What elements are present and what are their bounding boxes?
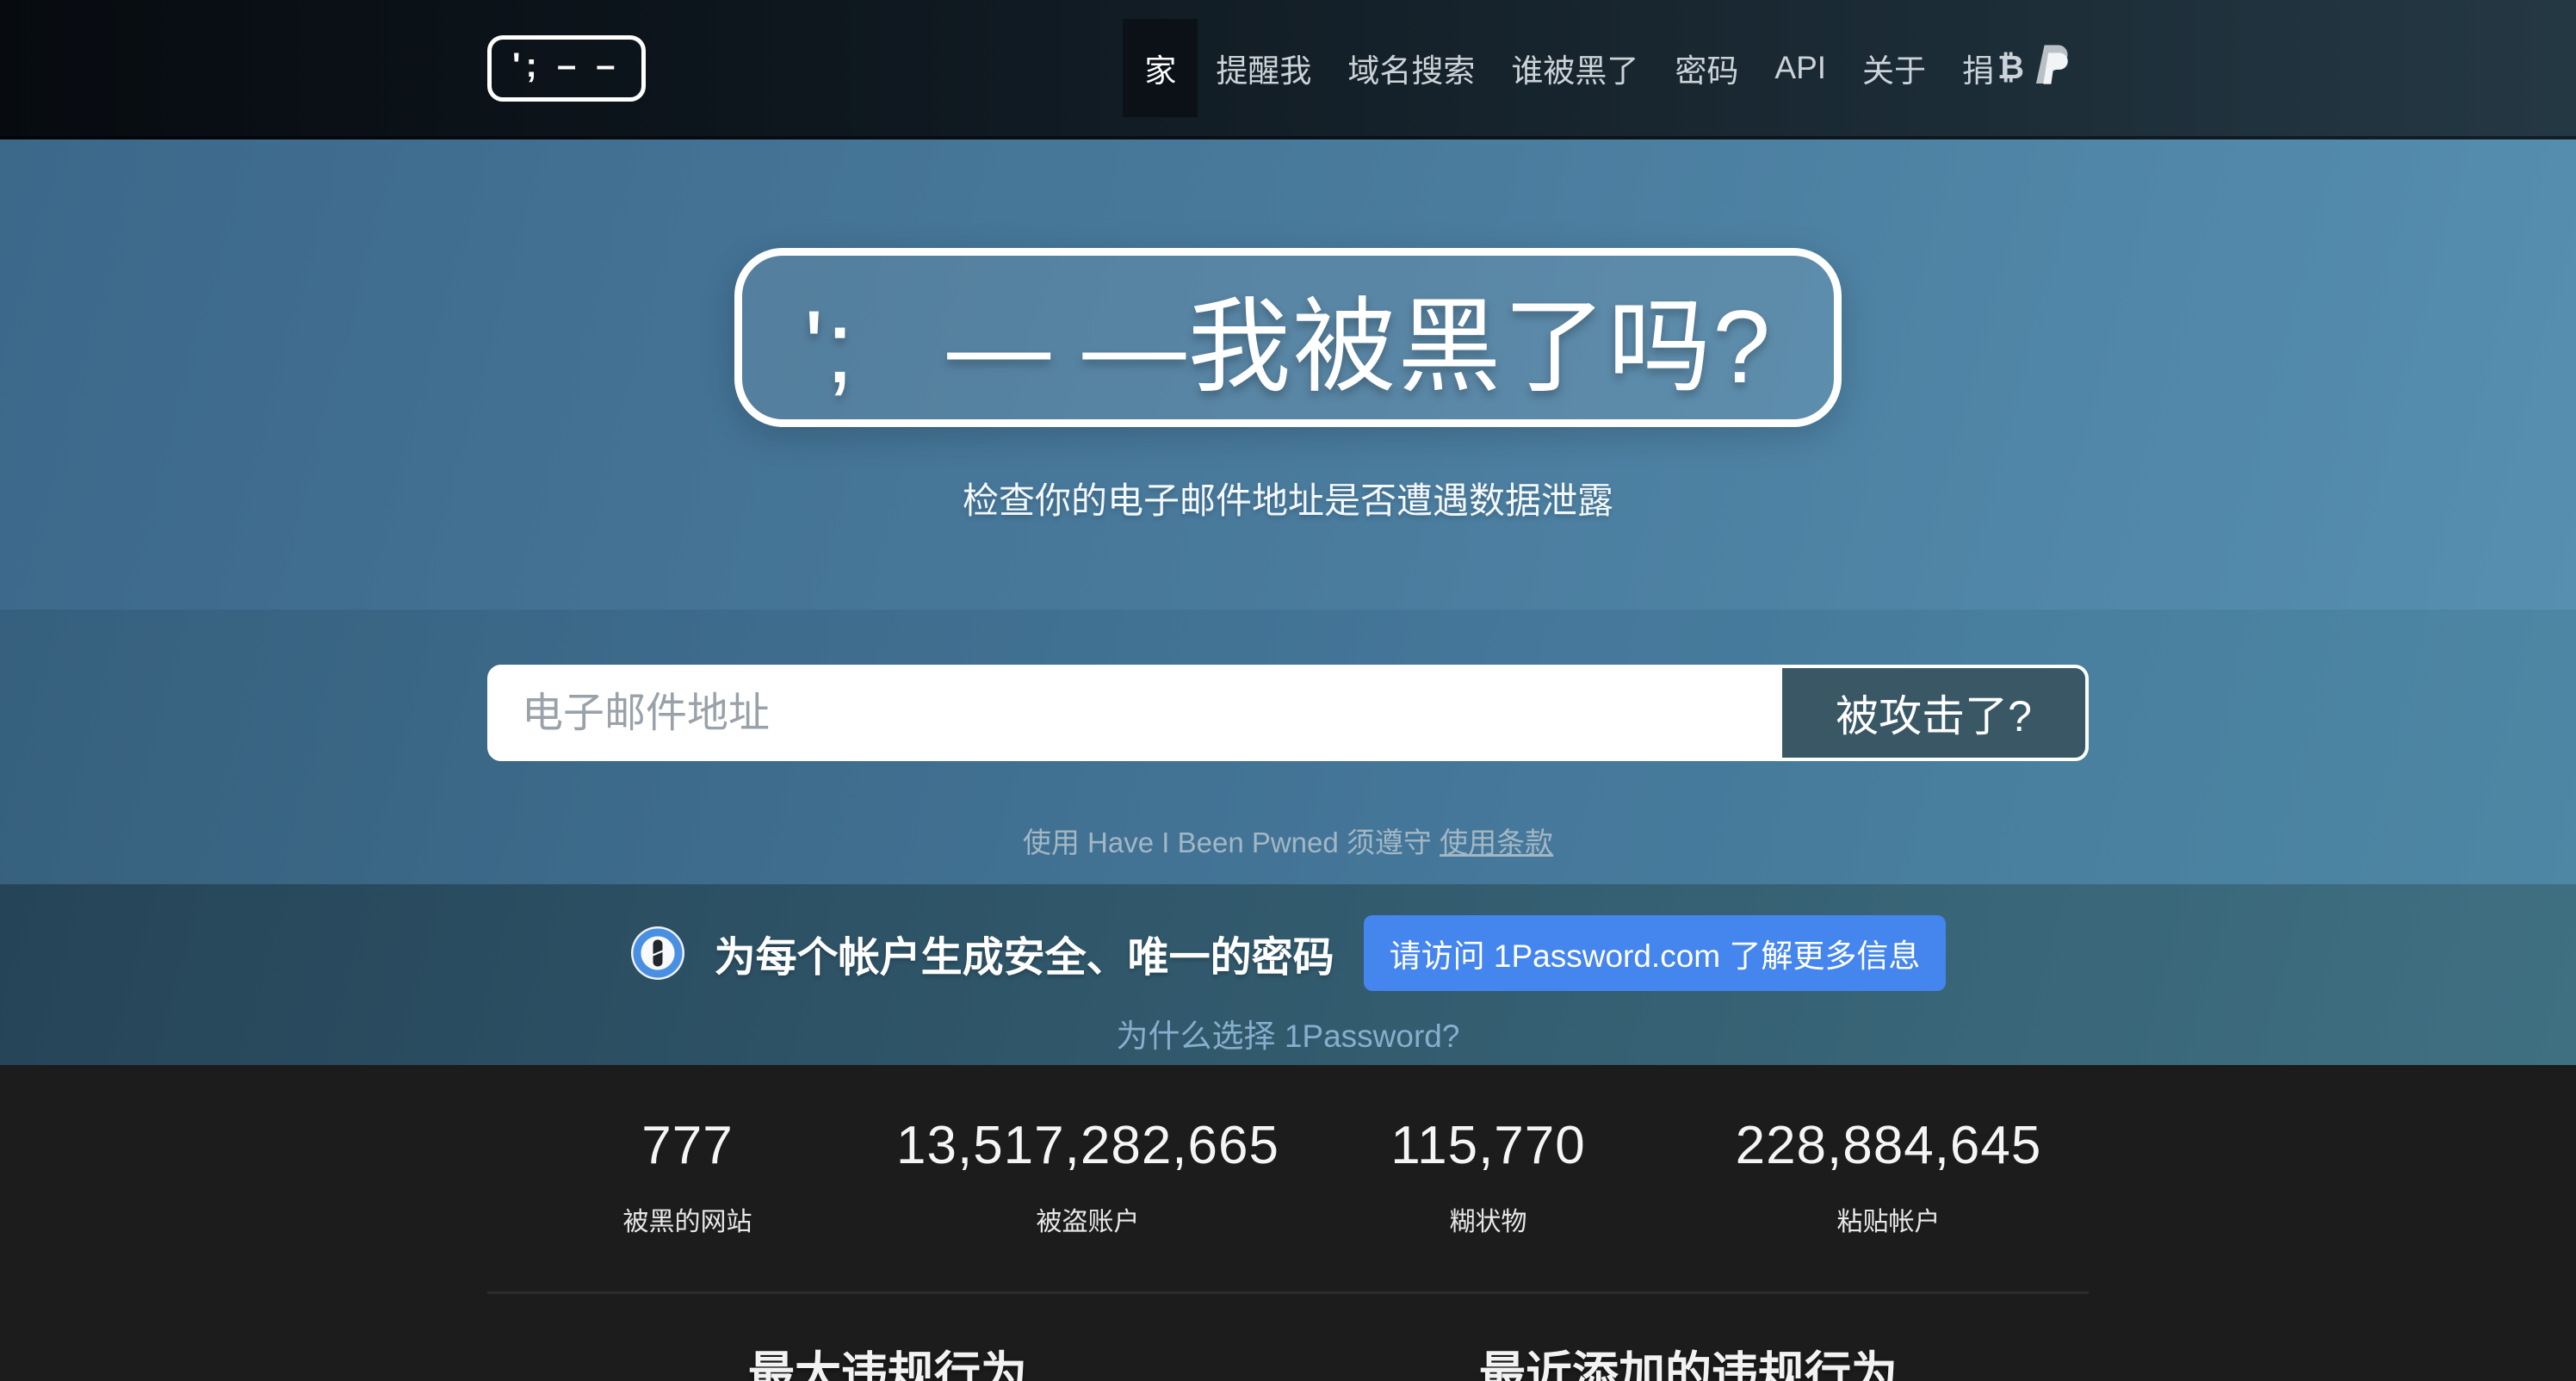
search-section: 被攻击了? 使用 Have I Been Pwned 须遵守 使用条款 bbox=[0, 610, 2576, 884]
stat-label: 被盗账户 bbox=[888, 1200, 1288, 1238]
nav-item-donate[interactable]: 捐 ₿ bbox=[1944, 16, 2089, 121]
stats-row: 777 被黑的网站 13,517,282,665 被盗账户 115,770 糊状… bbox=[487, 1115, 2089, 1238]
top-navbar: '; – – 家 提醒我 域名搜索 谁被黑了 密码 API 关于 捐 ₿ bbox=[0, 0, 2576, 139]
stat-value: 228,884,645 bbox=[1688, 1115, 2089, 1176]
stats-section: 777 被黑的网站 13,517,282,665 被盗账户 115,770 糊状… bbox=[0, 1065, 2576, 1381]
onepassword-learn-more-button[interactable]: 请访问 1Password.com 了解更多信息 bbox=[1364, 915, 1947, 991]
nav-item-whos-been-pwned[interactable]: 谁被黑了 bbox=[1493, 19, 1656, 117]
site-logo-text: '; – – bbox=[512, 46, 621, 84]
bitcoin-icon: ₿ bbox=[1997, 50, 2024, 87]
recent-breaches-title: 最近添加的违规行为 bbox=[1288, 1335, 2089, 1381]
nav-item-home[interactable]: 家 bbox=[1123, 19, 1198, 117]
onepassword-logo-icon bbox=[630, 926, 685, 981]
pwned-search-button[interactable]: 被攻击了? bbox=[1782, 668, 2085, 758]
stat-label: 粘贴帐户 bbox=[1688, 1200, 2089, 1238]
site-logo[interactable]: '; – – bbox=[487, 35, 646, 102]
stat-pwned-websites: 777 被黑的网站 bbox=[487, 1115, 888, 1238]
stat-pwned-accounts: 13,517,282,665 被盗账户 bbox=[888, 1115, 1288, 1238]
page-title: '; — —我被黑了吗? bbox=[804, 263, 1772, 412]
onepassword-banner: 为每个帐户生成安全、唯一的密码 请访问 1Password.com 了解更多信息… bbox=[0, 884, 2576, 1065]
donate-label: 捐 bbox=[1962, 45, 1994, 91]
nav-item-about[interactable]: 关于 bbox=[1844, 19, 1944, 117]
stat-label: 被黑的网站 bbox=[487, 1200, 888, 1238]
terms-prefix: 使用 Have I Been Pwned 须遵守 bbox=[1023, 827, 1432, 858]
nav-item-passwords[interactable]: 密码 bbox=[1656, 19, 1756, 117]
nav-item-domain-search[interactable]: 域名搜索 bbox=[1329, 19, 1493, 117]
stat-value: 13,517,282,665 bbox=[888, 1115, 1288, 1176]
stat-paste-accounts: 228,884,645 粘贴帐户 bbox=[1688, 1115, 2089, 1238]
hero-title-box: '; — —我被黑了吗? bbox=[734, 248, 1842, 427]
why-onepassword-link[interactable]: 为什么选择 1Password? bbox=[1117, 1019, 1460, 1054]
stat-value: 777 bbox=[487, 1115, 888, 1176]
paypal-icon bbox=[2033, 42, 2071, 95]
breach-headings-row: 最大违规行为 最近添加的违规行为 bbox=[487, 1335, 2089, 1381]
email-search-input[interactable] bbox=[491, 668, 1782, 758]
search-box: 被攻击了? bbox=[487, 665, 2089, 761]
terms-line: 使用 Have I Been Pwned 须遵守 使用条款 bbox=[487, 820, 2089, 861]
nav-item-api[interactable]: API bbox=[1756, 24, 1844, 112]
hero-subtitle: 检查你的电子邮件地址是否遭遇数据泄露 bbox=[963, 472, 1613, 524]
terms-link[interactable]: 使用条款 bbox=[1440, 827, 1553, 858]
nav-item-notify-me[interactable]: 提醒我 bbox=[1198, 19, 1329, 117]
stat-label: 糊状物 bbox=[1288, 1200, 1688, 1238]
divider bbox=[487, 1291, 2089, 1294]
onepassword-message: 为每个帐户生成安全、唯一的密码 bbox=[715, 923, 1334, 983]
main-nav: 家 提醒我 域名搜索 谁被黑了 密码 API 关于 捐 ₿ bbox=[1123, 16, 2089, 121]
stat-pastes: 115,770 糊状物 bbox=[1288, 1115, 1688, 1238]
hero-section: '; — —我被黑了吗? 检查你的电子邮件地址是否遭遇数据泄露 bbox=[0, 139, 2576, 610]
stat-value: 115,770 bbox=[1288, 1115, 1688, 1176]
largest-breaches-title: 最大违规行为 bbox=[487, 1335, 1288, 1381]
